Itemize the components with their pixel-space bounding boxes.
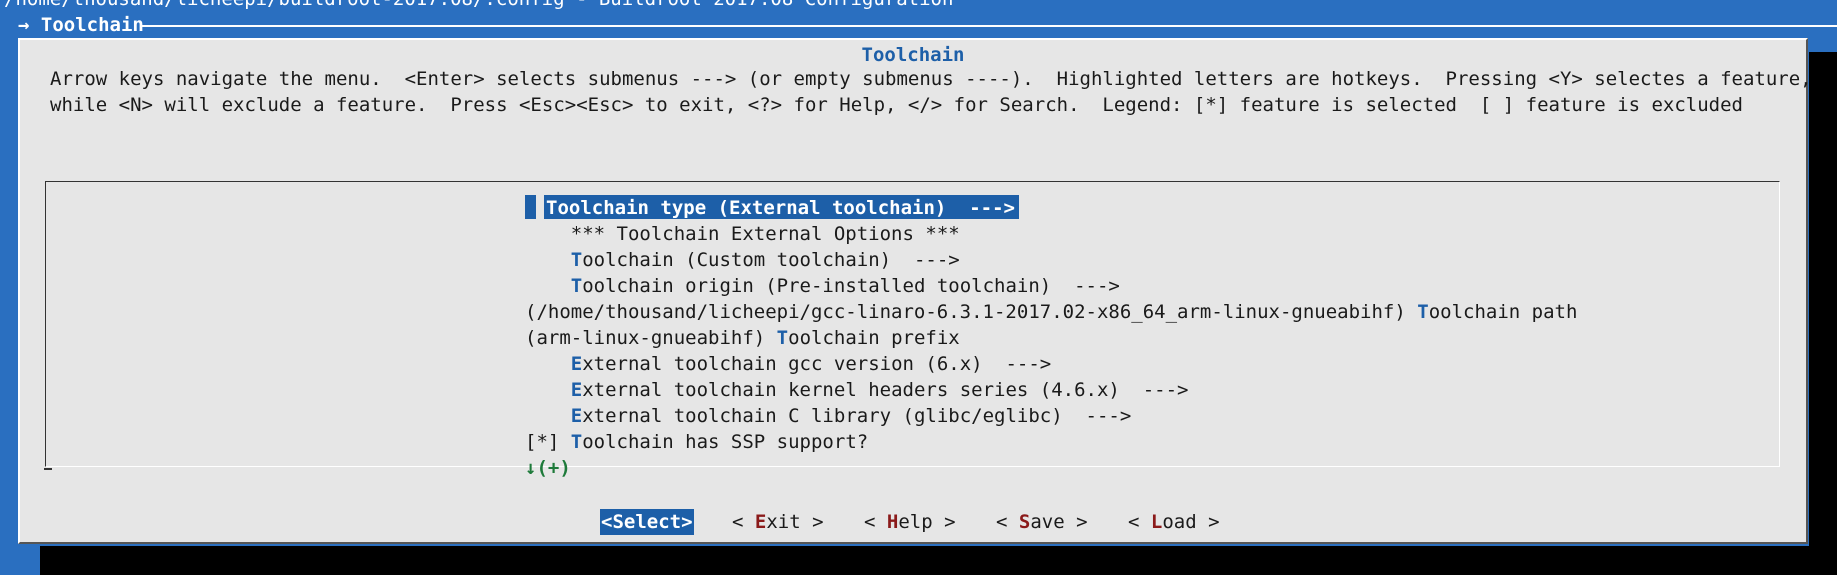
menuconfig-dialog: Toolchain Arrow keys navigate the menu. … [18,38,1812,544]
item-hotkey: E [570,379,583,401]
item-hotkey: T [570,275,583,297]
item-hotkey: T [776,327,789,349]
dialog-title: Toolchain [861,44,965,66]
dialog-shadow-bottom [40,546,1837,575]
item-prefix [525,249,571,271]
dialog-shadow-right [1809,52,1837,575]
item-hotkey: T [570,249,583,271]
menu-item-external-options-header: *** Toolchain External Options *** [525,221,960,247]
checkbox[interactable]: [*] [525,431,571,453]
menu-item-toolchain[interactable]: Toolchain (Custom toolchain) ---> [525,247,960,273]
menu-item-c-library[interactable]: External toolchain C library (glibc/egli… [525,403,1132,429]
item-hotkey: E [570,405,583,427]
select-button[interactable]: <Select> [600,509,694,535]
exit-button[interactable]: < Exit > [732,509,824,535]
item-label: oolchain path [1428,301,1578,323]
item-prefix [525,275,571,297]
menu-item-toolchain-type[interactable]: Toolchain type (External toolchain) ---> [544,195,1019,219]
item-value: (/home/thousand/licheepi/gcc-linaro-6.3.… [525,301,1418,323]
item-label: xternal toolchain C library (glibc/eglib… [582,405,1132,427]
menu-item-toolchain-origin[interactable]: Toolchain origin (Pre-installed toolchai… [525,273,1120,299]
item-label: *** Toolchain External Options *** [570,223,960,245]
menu-item-toolchain-path[interactable]: (/home/thousand/licheepi/gcc-linaro-6.3.… [525,299,1577,325]
item-prefix [525,379,571,401]
breadcrumb: → Toolchain [18,14,144,36]
menu-item-kernel-headers[interactable]: External toolchain kernel headers series… [525,377,1189,403]
item-label: xternal toolchain kernel headers series … [582,379,1189,401]
item-prefix [525,405,571,427]
menu-item-gcc-version[interactable]: External toolchain gcc version (6.x) ---… [525,351,1051,377]
item-label: oolchain prefix [788,327,960,349]
item-label: oolchain (Custom toolchain) ---> [582,249,960,271]
item-label: oolchain has SSP support? [582,431,869,453]
help-button[interactable]: < Help > [864,509,956,535]
menu-item-toolchain-prefix[interactable]: (arm-linux-gnueabihf) Toolchain prefix [525,325,960,351]
breadcrumb-divider [140,25,1837,27]
help-text-line-1: Arrow keys navigate the menu. <Enter> se… [50,68,1812,90]
item-label: oolchain origin (Pre-installed toolchain… [582,275,1120,297]
item-hotkey: T [1417,301,1429,323]
scroll-more-indicator: ↓(+) [525,457,571,479]
item-value: (arm-linux-gnueabihf) [525,327,777,349]
selection-cursor [525,195,536,219]
help-text-line-2: while <N> will exclude a feature. Press … [50,94,1743,116]
menu-item-ssp-support[interactable]: [*] Toolchain has SSP support? [525,429,868,455]
window-path-title: /home/thousand/licheepi/buildroot-2017.0… [4,0,953,12]
save-button[interactable]: < Save > [996,509,1088,535]
item-label: xternal toolchain gcc version (6.x) ---> [582,353,1052,375]
item-hotkey: T [570,431,583,453]
load-button[interactable]: < Load > [1128,509,1220,535]
item-prefix [525,353,571,375]
item-prefix [525,223,571,245]
item-hotkey: E [570,353,583,375]
menu-box-corner [44,468,52,470]
